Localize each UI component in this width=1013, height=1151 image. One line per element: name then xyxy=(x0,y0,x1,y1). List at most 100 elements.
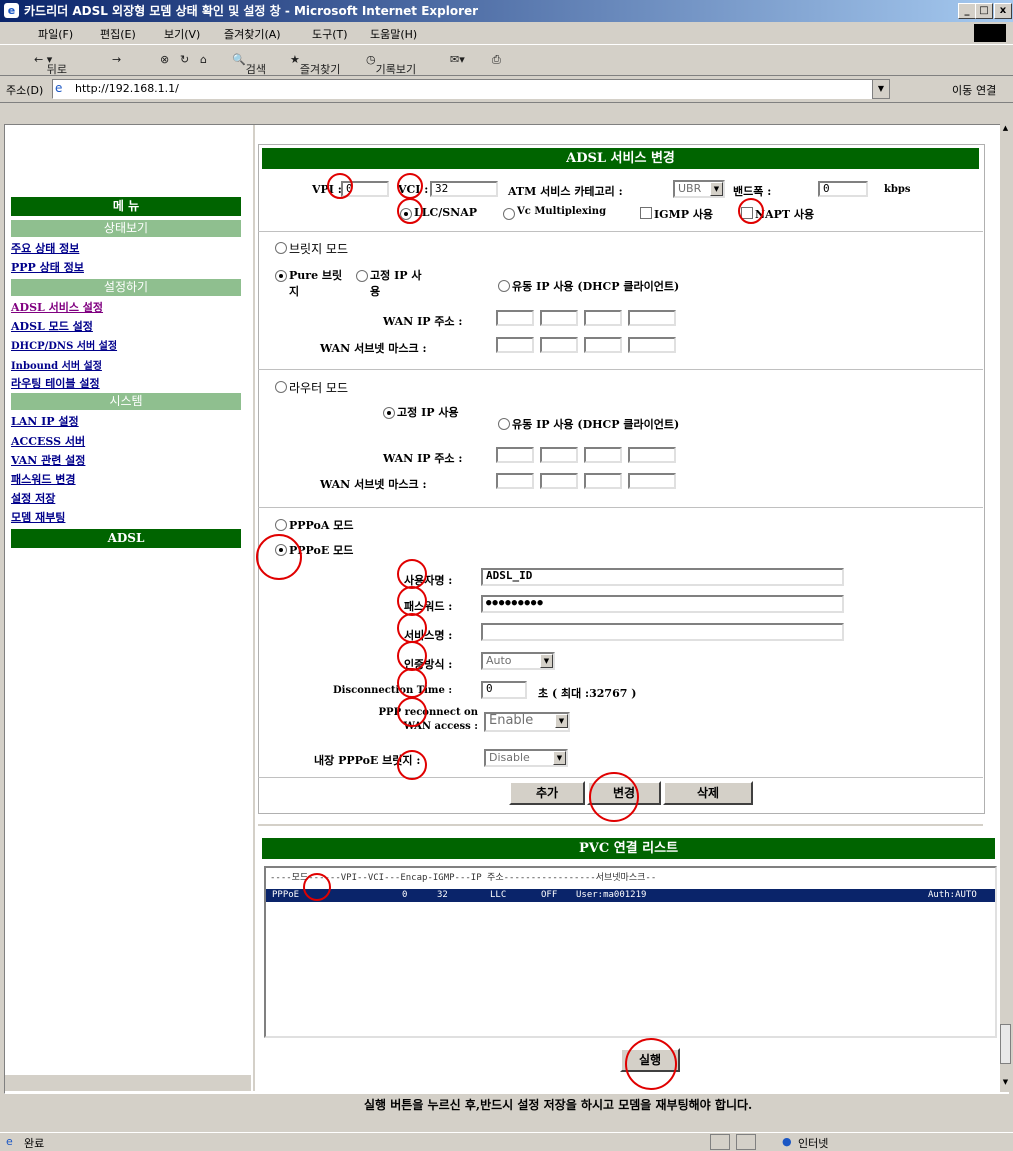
nav-link-lan-ip[interactable]: LAN IP 설정 xyxy=(11,413,79,429)
go-button[interactable]: 이동 xyxy=(952,82,972,98)
window-title: 카드리더 ADSL 외장형 모뎀 상태 확인 및 설정 창 - Microsof… xyxy=(24,4,479,18)
nav-link-inbound[interactable]: Inbound 서버 설정 xyxy=(11,357,102,372)
menu-favorites[interactable]: 즐겨찾기(A) xyxy=(224,26,281,42)
bridge-wan-ip-4[interactable] xyxy=(628,310,676,326)
reconnect-select[interactable]: Enable ▼ xyxy=(484,712,570,732)
pvc-row-vpi: 0 xyxy=(402,890,408,900)
maximize-button[interactable]: □ xyxy=(975,3,993,19)
stop-icon[interactable]: ⊗ xyxy=(160,53,169,66)
scroll-thumb[interactable] xyxy=(1000,1024,1011,1064)
links-button[interactable]: 연결 xyxy=(976,82,996,98)
nav-horizontal-scrollbar[interactable] xyxy=(5,1075,251,1091)
scroll-up-icon[interactable]: ▲ xyxy=(1000,124,1011,136)
nav-link-password[interactable]: 패스워드 변경 xyxy=(11,471,76,487)
router-wan-ip-2[interactable] xyxy=(540,447,578,463)
igmp-checkbox[interactable] xyxy=(640,207,652,219)
search-button[interactable]: 🔍 검색 xyxy=(232,53,266,76)
atm-select[interactable]: UBR ▼ xyxy=(673,180,725,198)
pvc-list-row[interactable]: PPPoE 0 32 LLC OFF User:ma001219 Auth:AU… xyxy=(266,889,995,902)
router-wan-mask-1[interactable] xyxy=(496,473,534,489)
service-header: ADSL 서비스 변경 xyxy=(262,148,979,169)
username-input[interactable]: ADSL_ID xyxy=(481,568,844,586)
router-wan-ip-1[interactable] xyxy=(496,447,534,463)
disconnect-input[interactable]: 0 xyxy=(481,681,527,699)
bridge-wan-ip-1[interactable] xyxy=(496,310,534,326)
igmp-label: IGMP 사용 xyxy=(654,208,714,221)
router-wan-mask-4[interactable] xyxy=(628,473,676,489)
nav-link-adsl-service[interactable]: ADSL 서비스 설정 xyxy=(11,299,103,315)
menu-edit[interactable]: 편집(E) xyxy=(100,26,136,42)
router-static-radio[interactable] xyxy=(383,407,395,419)
pvc-list[interactable]: ----모드------VPI--VCI---Encap-IGMP---IP 주… xyxy=(264,866,997,1038)
nav-link-routing[interactable]: 라우팅 테이블 설정 xyxy=(11,375,100,391)
print-icon[interactable]: ⎙ xyxy=(492,53,501,67)
auth-value: Auto xyxy=(486,654,512,667)
bridge-wan-mask-4[interactable] xyxy=(628,337,676,353)
favorites-button[interactable]: ★ 즐겨찾기 xyxy=(290,53,340,76)
bridge-wan-mask-2[interactable] xyxy=(540,337,578,353)
bridge-wan-mask-1[interactable] xyxy=(496,337,534,353)
title-bar: e 카드리더 ADSL 외장형 모뎀 상태 확인 및 설정 창 - Micros… xyxy=(0,0,1013,22)
pvc-row-encap: LLC xyxy=(490,890,507,900)
close-button[interactable]: x xyxy=(994,3,1012,19)
menu-view[interactable]: 보기(V) xyxy=(164,26,200,42)
router-wan-ip-3[interactable] xyxy=(584,447,622,463)
home-icon[interactable]: ⌂ xyxy=(200,53,207,66)
nav-link-van[interactable]: VAN 관련 설정 xyxy=(11,452,85,468)
minimize-button[interactable]: _ xyxy=(958,3,976,19)
bridge-wan-mask-label: WAN 서브넷 마스크 : xyxy=(320,342,427,355)
nav-link-dhcp-dns[interactable]: DHCP/DNS 서버 설정 xyxy=(11,337,117,352)
pure-bridge-radio[interactable] xyxy=(275,270,287,282)
password-input[interactable]: ●●●●●●●●● xyxy=(481,595,844,613)
bridge-wan-ip-2[interactable] xyxy=(540,310,578,326)
address-input[interactable]: http://192.168.1.1/ e xyxy=(52,79,874,99)
atm-label: ATM 서비스 카테고리 : xyxy=(508,185,623,198)
auth-select[interactable]: Auto ▼ xyxy=(481,652,555,670)
nav-link-reboot[interactable]: 모뎀 재부팅 xyxy=(11,509,65,525)
vc-radio[interactable] xyxy=(503,208,515,220)
bridge-wan-ip-3[interactable] xyxy=(584,310,622,326)
annotation-circle xyxy=(397,668,427,698)
menu-bar: 파일(F) 편집(E) 보기(V) 즐겨찾기(A) 도구(T) 도움말(H) xyxy=(0,22,1013,45)
router-wan-ip-label: WAN IP 주소 : xyxy=(383,452,463,465)
nav-link-adsl-mode[interactable]: ADSL 모드 설정 xyxy=(11,318,93,334)
bridge-static-radio[interactable] xyxy=(356,270,368,282)
router-dhcp-radio[interactable] xyxy=(498,418,510,430)
bridge-mode-radio[interactable] xyxy=(275,242,287,254)
delete-button[interactable]: 삭제 xyxy=(663,781,753,805)
vci-input[interactable]: 32 xyxy=(430,181,498,197)
router-mode-radio[interactable] xyxy=(275,381,287,393)
zone-text: 인터넷 xyxy=(798,1137,829,1150)
menu-help[interactable]: 도움말(H) xyxy=(370,26,417,42)
bridge-wan-mask-3[interactable] xyxy=(584,337,622,353)
forward-button[interactable]: → xyxy=(112,53,121,66)
vertical-scrollbar[interactable]: ▲ ▼ xyxy=(1000,124,1011,1092)
history-button[interactable]: ◷ 기록보기 xyxy=(366,53,416,76)
router-wan-ip-4[interactable] xyxy=(628,447,676,463)
mail-icon[interactable]: ✉▾ xyxy=(450,53,465,66)
scroll-down-icon[interactable]: ▼ xyxy=(1000,1078,1011,1090)
add-button[interactable]: 추가 xyxy=(509,781,585,805)
address-dropdown-icon[interactable]: ▼ xyxy=(872,79,890,99)
bridge-dhcp-radio[interactable] xyxy=(498,280,510,292)
nav-link-ppp-status[interactable]: PPP 상태 정보 xyxy=(11,259,84,275)
bw-input[interactable]: 0 xyxy=(818,181,868,197)
pppoe-bridge-select[interactable]: Disable ▼ xyxy=(484,749,568,767)
frame-divider xyxy=(258,824,983,826)
annotation-circle xyxy=(738,198,764,224)
nav-link-save[interactable]: 설정 저장 xyxy=(11,490,55,506)
menu-tools[interactable]: 도구(T) xyxy=(312,26,348,42)
refresh-icon[interactable]: ↻ xyxy=(180,53,189,66)
nav-link-access[interactable]: ACCESS 서버 xyxy=(11,433,85,449)
nav-link-status-main[interactable]: 주요 상태 정보 xyxy=(11,240,79,256)
menu-file[interactable]: 파일(F) xyxy=(38,26,73,42)
nav-menu-title: 메 뉴 xyxy=(11,197,241,216)
router-wan-mask-2[interactable] xyxy=(540,473,578,489)
back-button[interactable]: ← 뒤로 ▾ xyxy=(34,53,67,76)
service-name-input[interactable] xyxy=(481,623,844,641)
pppoa-radio[interactable] xyxy=(275,519,287,531)
bw-label: 밴드폭 : xyxy=(733,185,772,198)
nav-footer: ADSL xyxy=(11,529,241,548)
annotation-circle xyxy=(397,697,427,727)
router-wan-mask-3[interactable] xyxy=(584,473,622,489)
